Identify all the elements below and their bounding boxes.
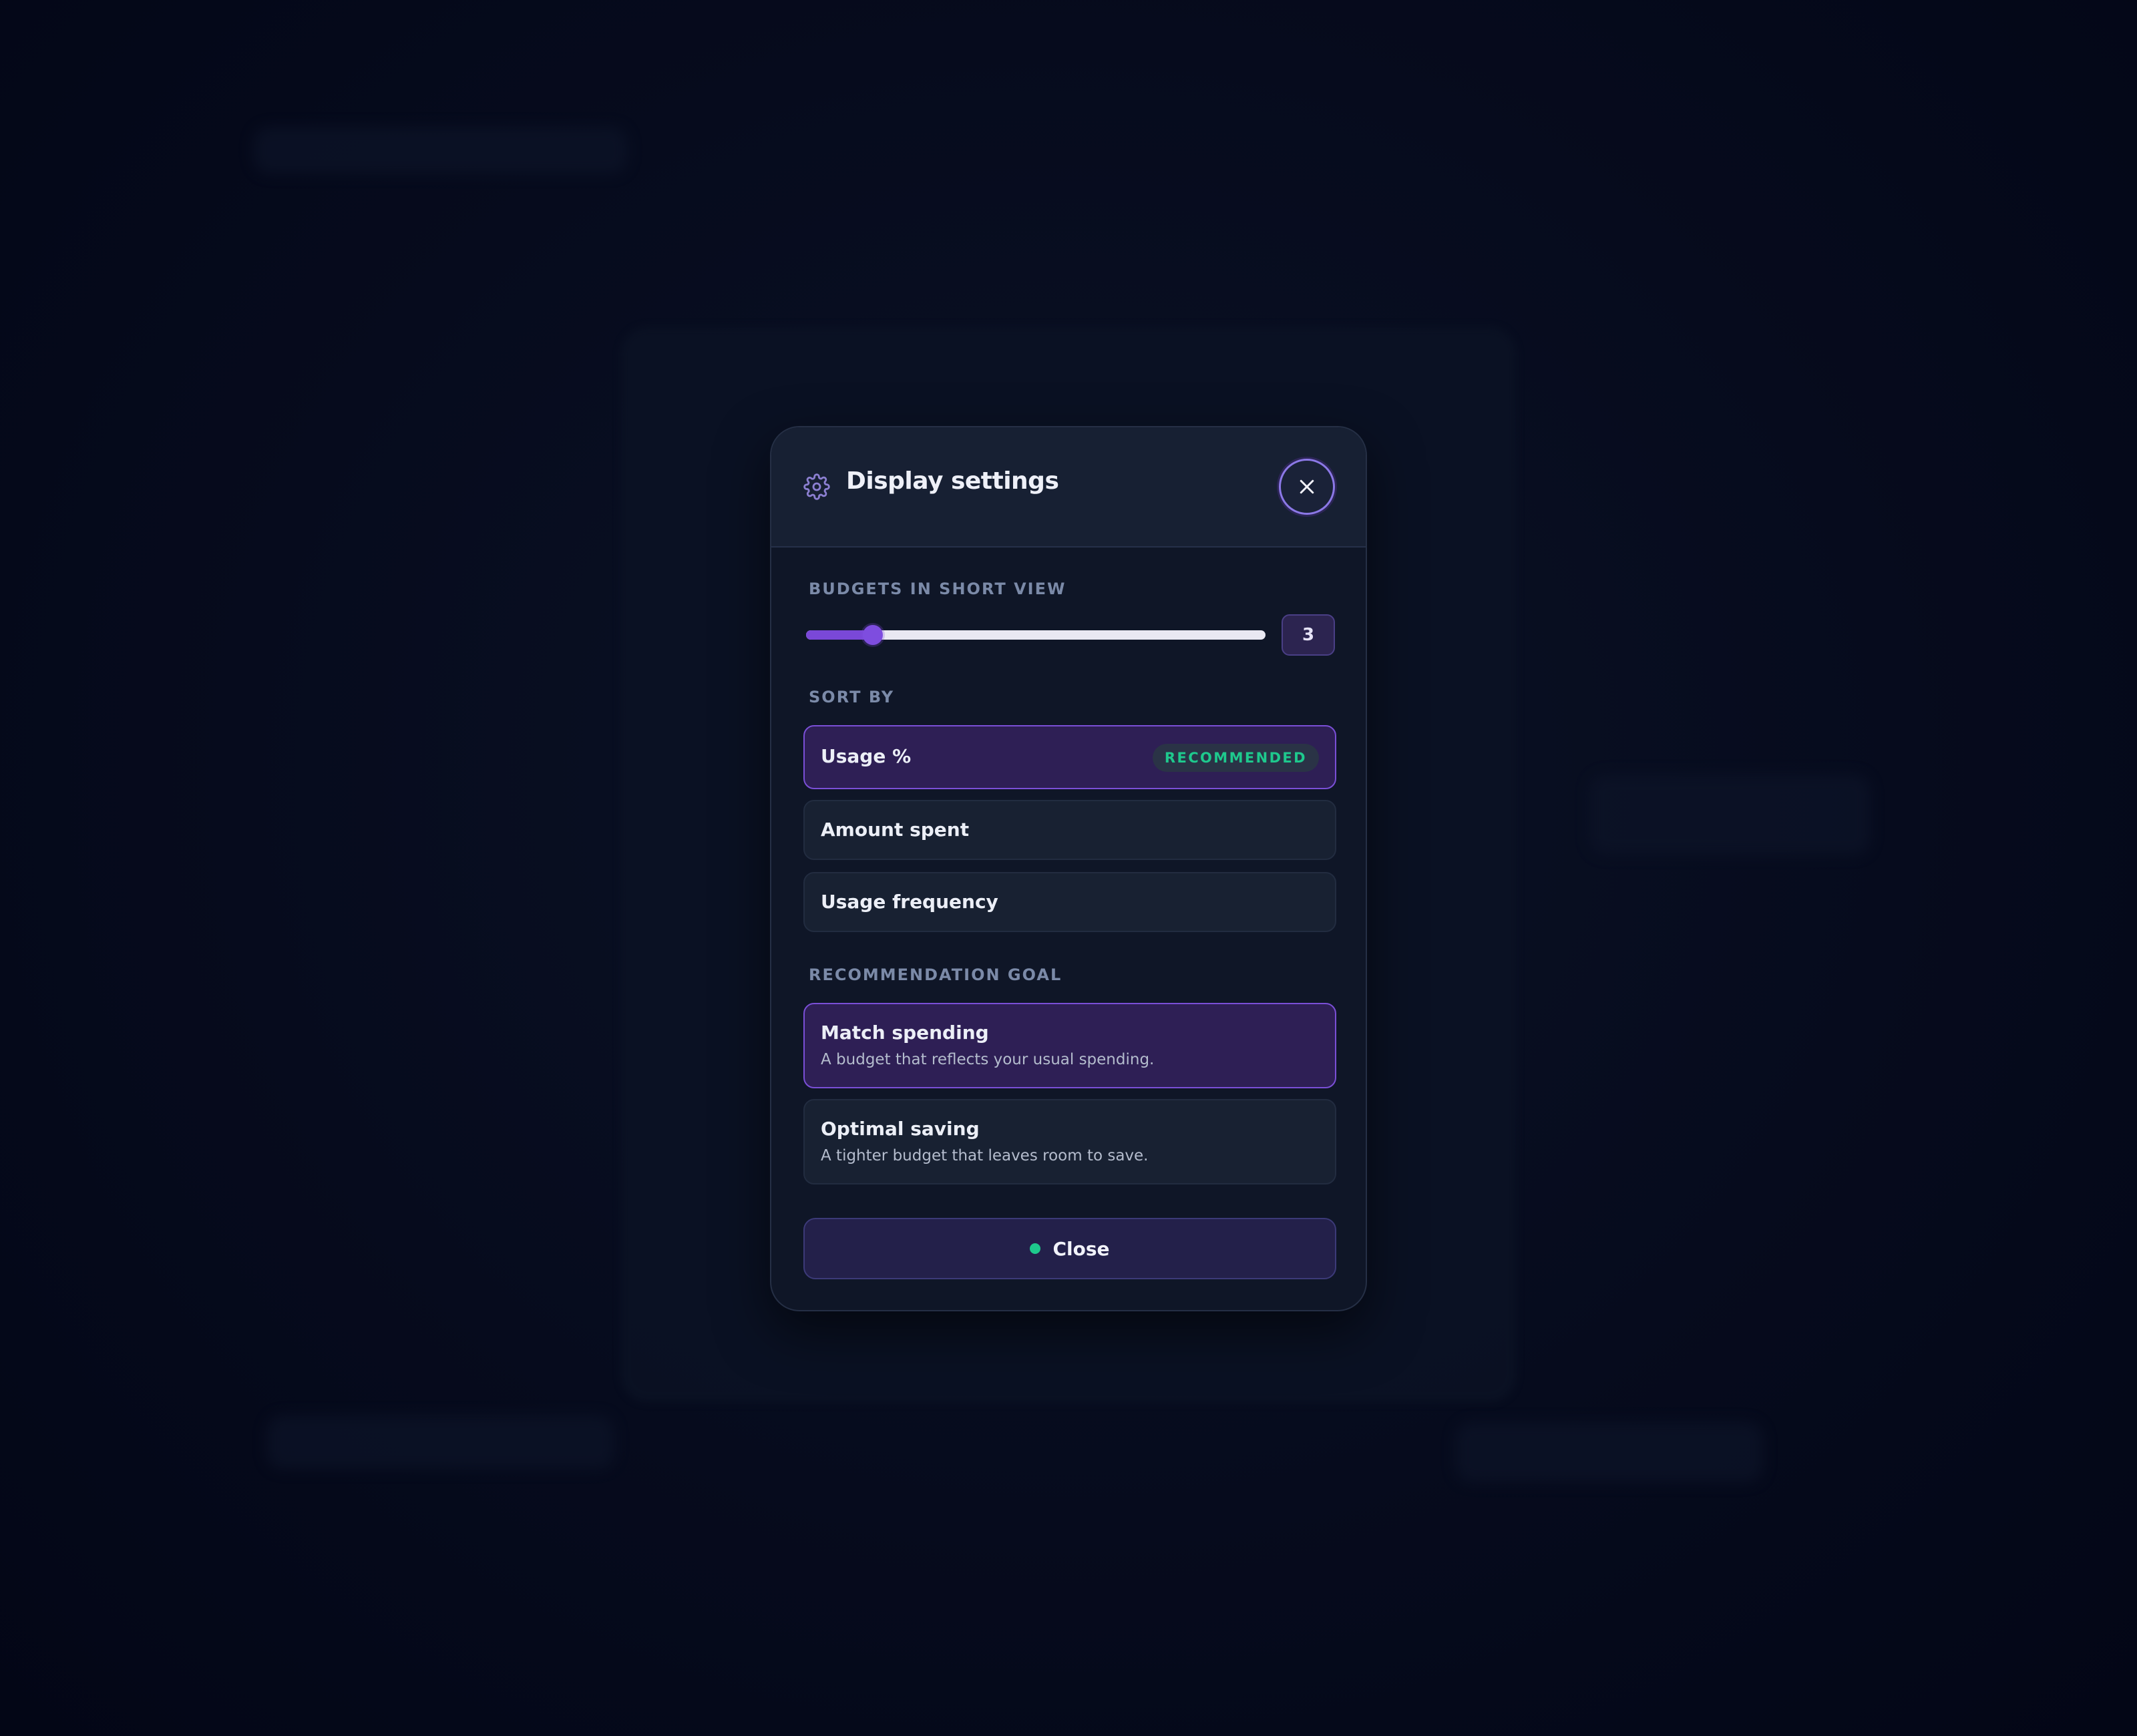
goal-option-match-spending[interactable]: Match spending A budget that reflects yo… — [803, 1003, 1336, 1088]
slider-thumb[interactable] — [862, 625, 883, 645]
close-icon — [1300, 479, 1314, 494]
option-label: Usage frequency — [821, 891, 998, 913]
budgets-count-slider[interactable] — [806, 625, 1266, 645]
gear-icon — [803, 473, 830, 500]
recommended-badge: RECOMMENDED — [1152, 744, 1319, 772]
sort-option-amount-spent[interactable]: Amount spent — [803, 800, 1336, 860]
budgets-count-value: 3 — [1282, 614, 1335, 656]
goal-option-optimal-saving[interactable]: Optimal saving A tighter budget that lea… — [803, 1099, 1336, 1184]
background-blur — [1589, 775, 1870, 855]
sort-by-label: SORT BY — [809, 688, 895, 706]
dialog-title: Display settings — [846, 467, 1059, 495]
option-label: Match spending — [821, 1022, 989, 1044]
close-dialog-button[interactable] — [1279, 459, 1335, 515]
status-dot-icon — [1030, 1243, 1041, 1254]
background-blur — [1456, 1422, 1763, 1482]
close-button-label: Close — [1052, 1237, 1110, 1260]
recommendation-goal-label: RECOMMENDATION GOAL — [809, 965, 1062, 984]
background-blur — [254, 127, 628, 174]
option-label: Amount spent — [821, 819, 970, 841]
option-label: Optimal saving — [821, 1118, 980, 1140]
option-description: A tighter budget that leaves room to sav… — [821, 1147, 1149, 1164]
option-label: Usage % — [821, 745, 912, 767]
background-blur — [267, 1416, 614, 1469]
close-button[interactable]: Close — [803, 1218, 1336, 1279]
sort-option-usage-percent[interactable]: Usage % RECOMMENDED — [803, 725, 1336, 789]
option-description: A budget that reflects your usual spendi… — [821, 1051, 1155, 1068]
display-settings-dialog: Display settings BUDGETS IN SHORT VIEW 3… — [770, 426, 1367, 1311]
dialog-header: Display settings — [771, 427, 1366, 548]
budgets-short-view-label: BUDGETS IN SHORT VIEW — [809, 580, 1066, 598]
sort-option-usage-frequency[interactable]: Usage frequency — [803, 872, 1336, 932]
